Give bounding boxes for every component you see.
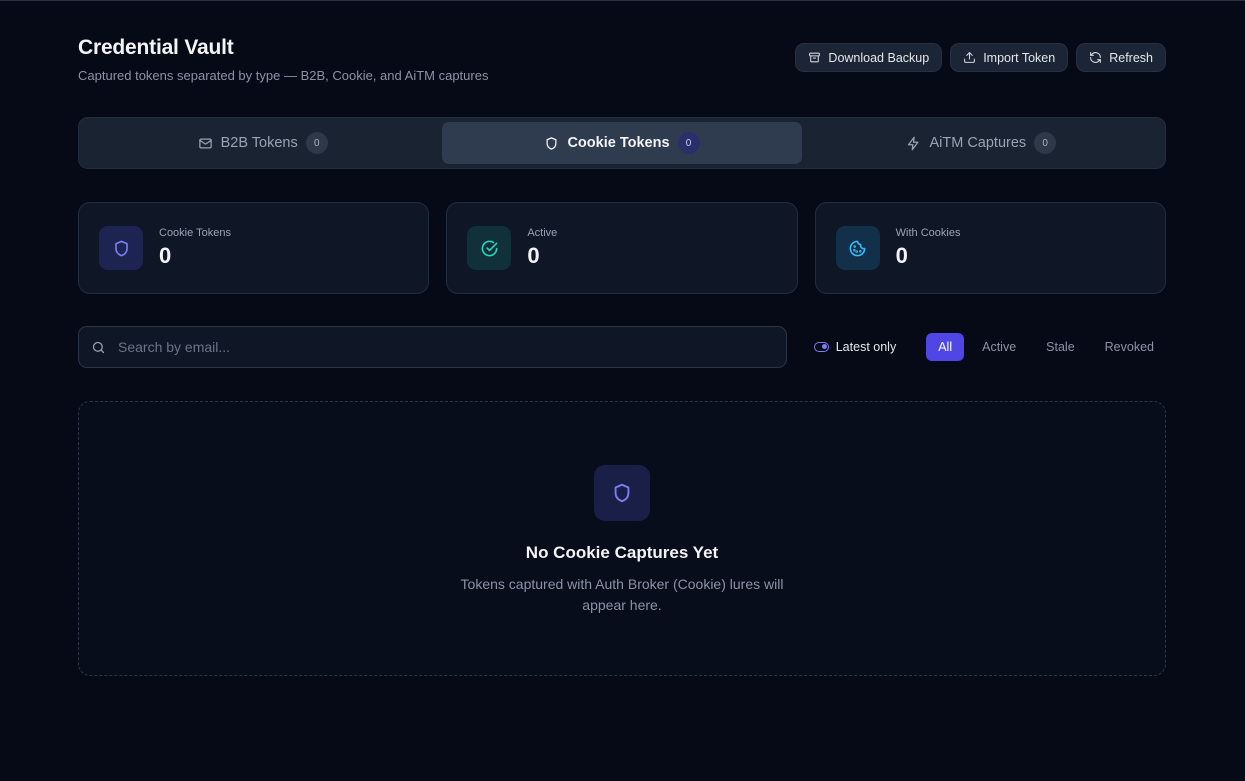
toggle-icon — [813, 342, 829, 352]
search-icon — [92, 341, 105, 353]
refresh-button[interactable]: Refresh — [1076, 43, 1166, 72]
mail-icon — [198, 138, 212, 148]
stat-icon-wrap — [99, 226, 143, 270]
refresh-icon — [1090, 52, 1102, 63]
stat-text: With Cookies 0 — [896, 227, 961, 269]
tab-b2b-count: 0 — [305, 132, 328, 154]
stat-label: Cookie Tokens — [159, 227, 231, 239]
shield-icon — [114, 240, 128, 256]
page-header: Credential Vault Captured tokens separat… — [78, 36, 1166, 86]
empty-state: No Cookie Captures Yet Tokens captured w… — [78, 401, 1166, 676]
download-backup-label: Download Backup — [828, 50, 930, 65]
header-actions: Download Backup Import Token Refresh — [795, 43, 1166, 72]
upload-icon — [964, 52, 976, 63]
import-token-button[interactable]: Import Token — [950, 43, 1069, 72]
stat-value: 0 — [159, 243, 172, 268]
stat-icon-wrap — [467, 226, 512, 270]
cookie-icon — [849, 240, 866, 256]
stat-text: Cookie Tokens 0 — [159, 227, 231, 269]
stat-value: 0 — [527, 243, 540, 268]
status-filters: Latest only All Active Stale Revoked — [813, 333, 1166, 361]
shield-icon — [546, 136, 557, 150]
import-token-label: Import Token — [983, 50, 1056, 65]
stat-card-with-cookies: With Cookies 0 — [814, 202, 1166, 294]
token-type-tabs: B2B Tokens 0 Cookie Tokens 0 AiTM Captur… — [78, 117, 1166, 169]
filter-toolbar: Latest only All Active Stale Revoked — [78, 326, 1166, 368]
filter-all-button[interactable]: All — [926, 333, 965, 361]
tab-aitm-captures[interactable]: AiTM Captures 0 — [802, 122, 1161, 164]
stats-row: Cookie Tokens 0 Active 0 With Cookies 0 — [78, 202, 1166, 294]
tab-b2b-tokens[interactable]: B2B Tokens 0 — [83, 122, 442, 164]
search-box — [78, 326, 787, 368]
search-input[interactable] — [118, 339, 786, 355]
tab-b2b-label: B2B Tokens — [220, 135, 298, 151]
stat-label: With Cookies — [895, 227, 961, 239]
empty-state-title: No Cookie Captures Yet — [525, 543, 719, 562]
filter-active-button[interactable]: Active — [970, 333, 1028, 361]
stat-icon-wrap — [835, 226, 880, 270]
zap-icon — [908, 136, 919, 150]
tab-cookie-tokens[interactable]: Cookie Tokens 0 — [442, 122, 802, 164]
empty-state-icon-wrap — [594, 465, 650, 521]
latest-only-label: Latest only — [835, 340, 897, 354]
stat-card-cookie-tokens: Cookie Tokens 0 — [78, 202, 430, 294]
tab-aitm-label: AiTM Captures — [929, 135, 1027, 151]
stat-label: Active — [527, 227, 558, 239]
archive-icon — [809, 52, 821, 63]
tab-aitm-count: 0 — [1034, 132, 1057, 154]
stat-card-active: Active 0 — [446, 202, 798, 294]
download-backup-button[interactable]: Download Backup — [795, 43, 943, 72]
latest-only-toggle[interactable]: Latest only — [813, 340, 897, 354]
stat-text: Active 0 — [527, 227, 557, 269]
filter-stale-button[interactable]: Stale — [1034, 333, 1087, 361]
tab-cookie-label: Cookie Tokens — [567, 135, 670, 151]
check-circle-icon — [481, 240, 498, 256]
filter-revoked-button[interactable]: Revoked — [1093, 333, 1166, 361]
refresh-label: Refresh — [1109, 50, 1153, 65]
empty-state-text: Tokens captured with Auth Broker (Cookie… — [460, 576, 784, 613]
stat-value: 0 — [895, 243, 908, 268]
tab-cookie-count: 0 — [677, 132, 700, 154]
shield-icon — [614, 483, 630, 503]
